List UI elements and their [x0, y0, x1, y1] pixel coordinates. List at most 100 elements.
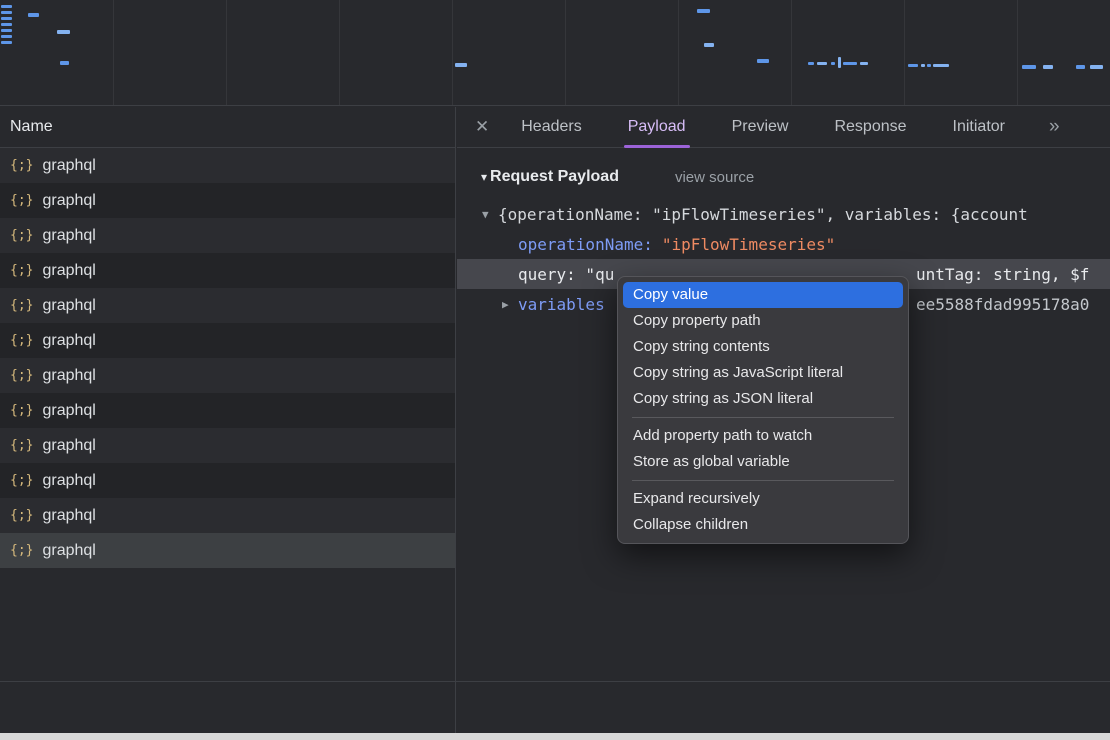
- details-tab-bar: ✕ Headers Payload Preview Response Initiator…: [457, 107, 1110, 148]
- request-name-label: graphql: [42, 192, 95, 210]
- context-menu-item-copy-string-as-javascript-literal[interactable]: Copy string as JavaScript literal: [623, 360, 903, 386]
- timeline-activity-bar: [757, 59, 769, 63]
- timeline-activity-bar: [838, 57, 841, 68]
- network-request-row[interactable]: {;} graphql: [0, 463, 455, 498]
- payload-root-row[interactable]: ▼ {operationName: "ipFlowTimeseries", va…: [457, 199, 1110, 229]
- tab-initiator[interactable]: Initiator: [949, 107, 1009, 148]
- name-column-label: Name: [10, 118, 53, 136]
- query-value-start: query: "qu: [518, 265, 614, 284]
- network-request-row[interactable]: {;}graphql: [0, 253, 455, 288]
- context-menu-item-expand-recursively[interactable]: Expand recursively: [623, 486, 903, 512]
- request-list: {;} graphql {;} graphql {;} graphql {;} graphql…: [0, 148, 455, 568]
- section-collapse-icon[interactable]: ▾: [481, 170, 487, 184]
- context-menu-item-add-property-path-to-watch[interactable]: Add property path to watch: [623, 423, 903, 449]
- details-tabs: Headers Payload Preview Response Initiator: [517, 107, 1047, 148]
- json-request-icon: {;}: [10, 438, 33, 453]
- timeline-gridline: [452, 0, 453, 105]
- tab-payload[interactable]: Payload: [624, 107, 690, 148]
- footer-divider: [0, 681, 1110, 682]
- tab-preview[interactable]: Preview: [728, 107, 793, 148]
- timeline-activity-bar: [1076, 65, 1085, 69]
- network-request-row[interactable]: {;} graphql: [0, 533, 455, 568]
- request-name-label: graphql: [42, 472, 95, 490]
- request-name-label: graphql: [42, 227, 95, 245]
- context-menu-item-copy-property-path[interactable]: Copy property path: [623, 308, 903, 334]
- timeline-activity-bar: [927, 64, 931, 67]
- timeline-activity-bar: [843, 62, 857, 65]
- menu-separator: [632, 417, 894, 418]
- close-icon[interactable]: ✕: [475, 117, 489, 137]
- timeline-activity-bar: [1, 11, 12, 14]
- json-request-icon: {;}: [10, 543, 33, 558]
- timeline-activity-bar: [808, 62, 814, 65]
- network-request-row[interactable]: {;}graphql: [0, 358, 455, 393]
- timeline-activity-bar: [1, 17, 12, 20]
- query-value-end: untTag: string, $f: [916, 259, 1089, 289]
- network-request-row[interactable]: {;}graphql: [0, 148, 455, 183]
- json-request-icon: {;}: [10, 193, 33, 208]
- timeline-activity-bar: [1090, 65, 1103, 69]
- timeline-gridline: [226, 0, 227, 105]
- request-name-label: graphql: [42, 157, 95, 175]
- view-source-link[interactable]: view source: [675, 169, 754, 186]
- collapse-arrow-icon[interactable]: ▼: [482, 208, 498, 221]
- request-name-label: graphql: [42, 542, 95, 560]
- timeline-activity-bar: [860, 62, 868, 65]
- context-menu: Copy valueCopy property pathCopy string …: [617, 276, 909, 544]
- tab-response[interactable]: Response: [830, 107, 910, 148]
- network-request-row[interactable]: {;}graphql: [0, 498, 455, 533]
- json-request-icon: {;}: [10, 228, 33, 243]
- timeline-gridline: [904, 0, 905, 105]
- timeline-activity-bar: [831, 62, 835, 65]
- timeline-gridline: [791, 0, 792, 105]
- timeline-activity-bar: [817, 62, 827, 65]
- payload-operation-row[interactable]: operationName: "ipFlowTimeseries": [457, 229, 1110, 259]
- network-request-row[interactable]: {;}graphql: [0, 428, 455, 463]
- network-request-row[interactable]: {;} graphql: [0, 393, 455, 428]
- timeline-gridline: [1017, 0, 1018, 105]
- timeline-activity-bar: [1, 23, 12, 26]
- expand-arrow-icon[interactable]: ▶: [502, 298, 518, 311]
- request-name-label: graphql: [42, 402, 95, 420]
- json-request-icon: {;}: [10, 473, 33, 488]
- context-menu-item-store-as-global-variable[interactable]: Store as global variable: [623, 449, 903, 475]
- more-tabs-icon[interactable]: »: [1049, 116, 1060, 138]
- json-request-icon: {;}: [10, 508, 33, 523]
- network-request-row[interactable]: {;} graphql: [0, 183, 455, 218]
- timeline-activity-bar: [697, 9, 710, 13]
- overview-timeline[interactable]: [0, 0, 1110, 106]
- context-menu-item-collapse-children[interactable]: Collapse children: [623, 512, 903, 538]
- property-value: "ipFlowTimeseries": [662, 235, 835, 254]
- context-menu-item-copy-value[interactable]: Copy value: [623, 282, 903, 308]
- network-request-list-pane: Name {;}graphql{;}graphql{;}graphql{;}gr…: [0, 107, 456, 733]
- window-bottom-edge: [0, 733, 1110, 740]
- request-payload-section: ▾ Request Payload view source: [481, 163, 1110, 191]
- timeline-activity-bar: [1, 29, 12, 32]
- json-request-icon: {;}: [10, 298, 33, 313]
- property-key: operationName:: [518, 235, 653, 254]
- timeline-activity-bar: [921, 64, 925, 67]
- property-key: variables: [518, 295, 605, 314]
- request-name-label: graphql: [42, 367, 95, 385]
- request-name-label: graphql: [42, 262, 95, 280]
- name-column-header[interactable]: Name: [0, 107, 455, 148]
- network-request-row[interactable]: {;} graphql: [0, 218, 455, 253]
- timeline-activity-bar: [704, 43, 714, 47]
- context-menu-item-copy-string-as-json-literal[interactable]: Copy string as JSON literal: [623, 386, 903, 412]
- tab-headers[interactable]: Headers: [517, 107, 585, 148]
- devtools-network-panel: Name {;}graphql{;}graphql{;}graphql{;}gr…: [0, 0, 1110, 740]
- context-menu-item-copy-string-contents[interactable]: Copy string contents: [623, 334, 903, 360]
- network-request-row[interactable]: {;} graphql: [0, 323, 455, 358]
- timeline-activity-bar: [1, 35, 12, 38]
- request-name-label: graphql: [42, 332, 95, 350]
- timeline-activity-bar: [908, 64, 918, 67]
- json-request-icon: {;}: [10, 333, 33, 348]
- timeline-activity-bar: [933, 64, 949, 67]
- timeline-gridline: [565, 0, 566, 105]
- network-request-row[interactable]: {;}graphql: [0, 288, 455, 323]
- section-title: Request Payload: [490, 168, 619, 186]
- json-request-icon: {;}: [10, 403, 33, 418]
- timeline-activity-bar: [28, 13, 39, 17]
- timeline-activity-bar: [1, 41, 12, 44]
- timeline-activity-bar: [1022, 65, 1036, 69]
